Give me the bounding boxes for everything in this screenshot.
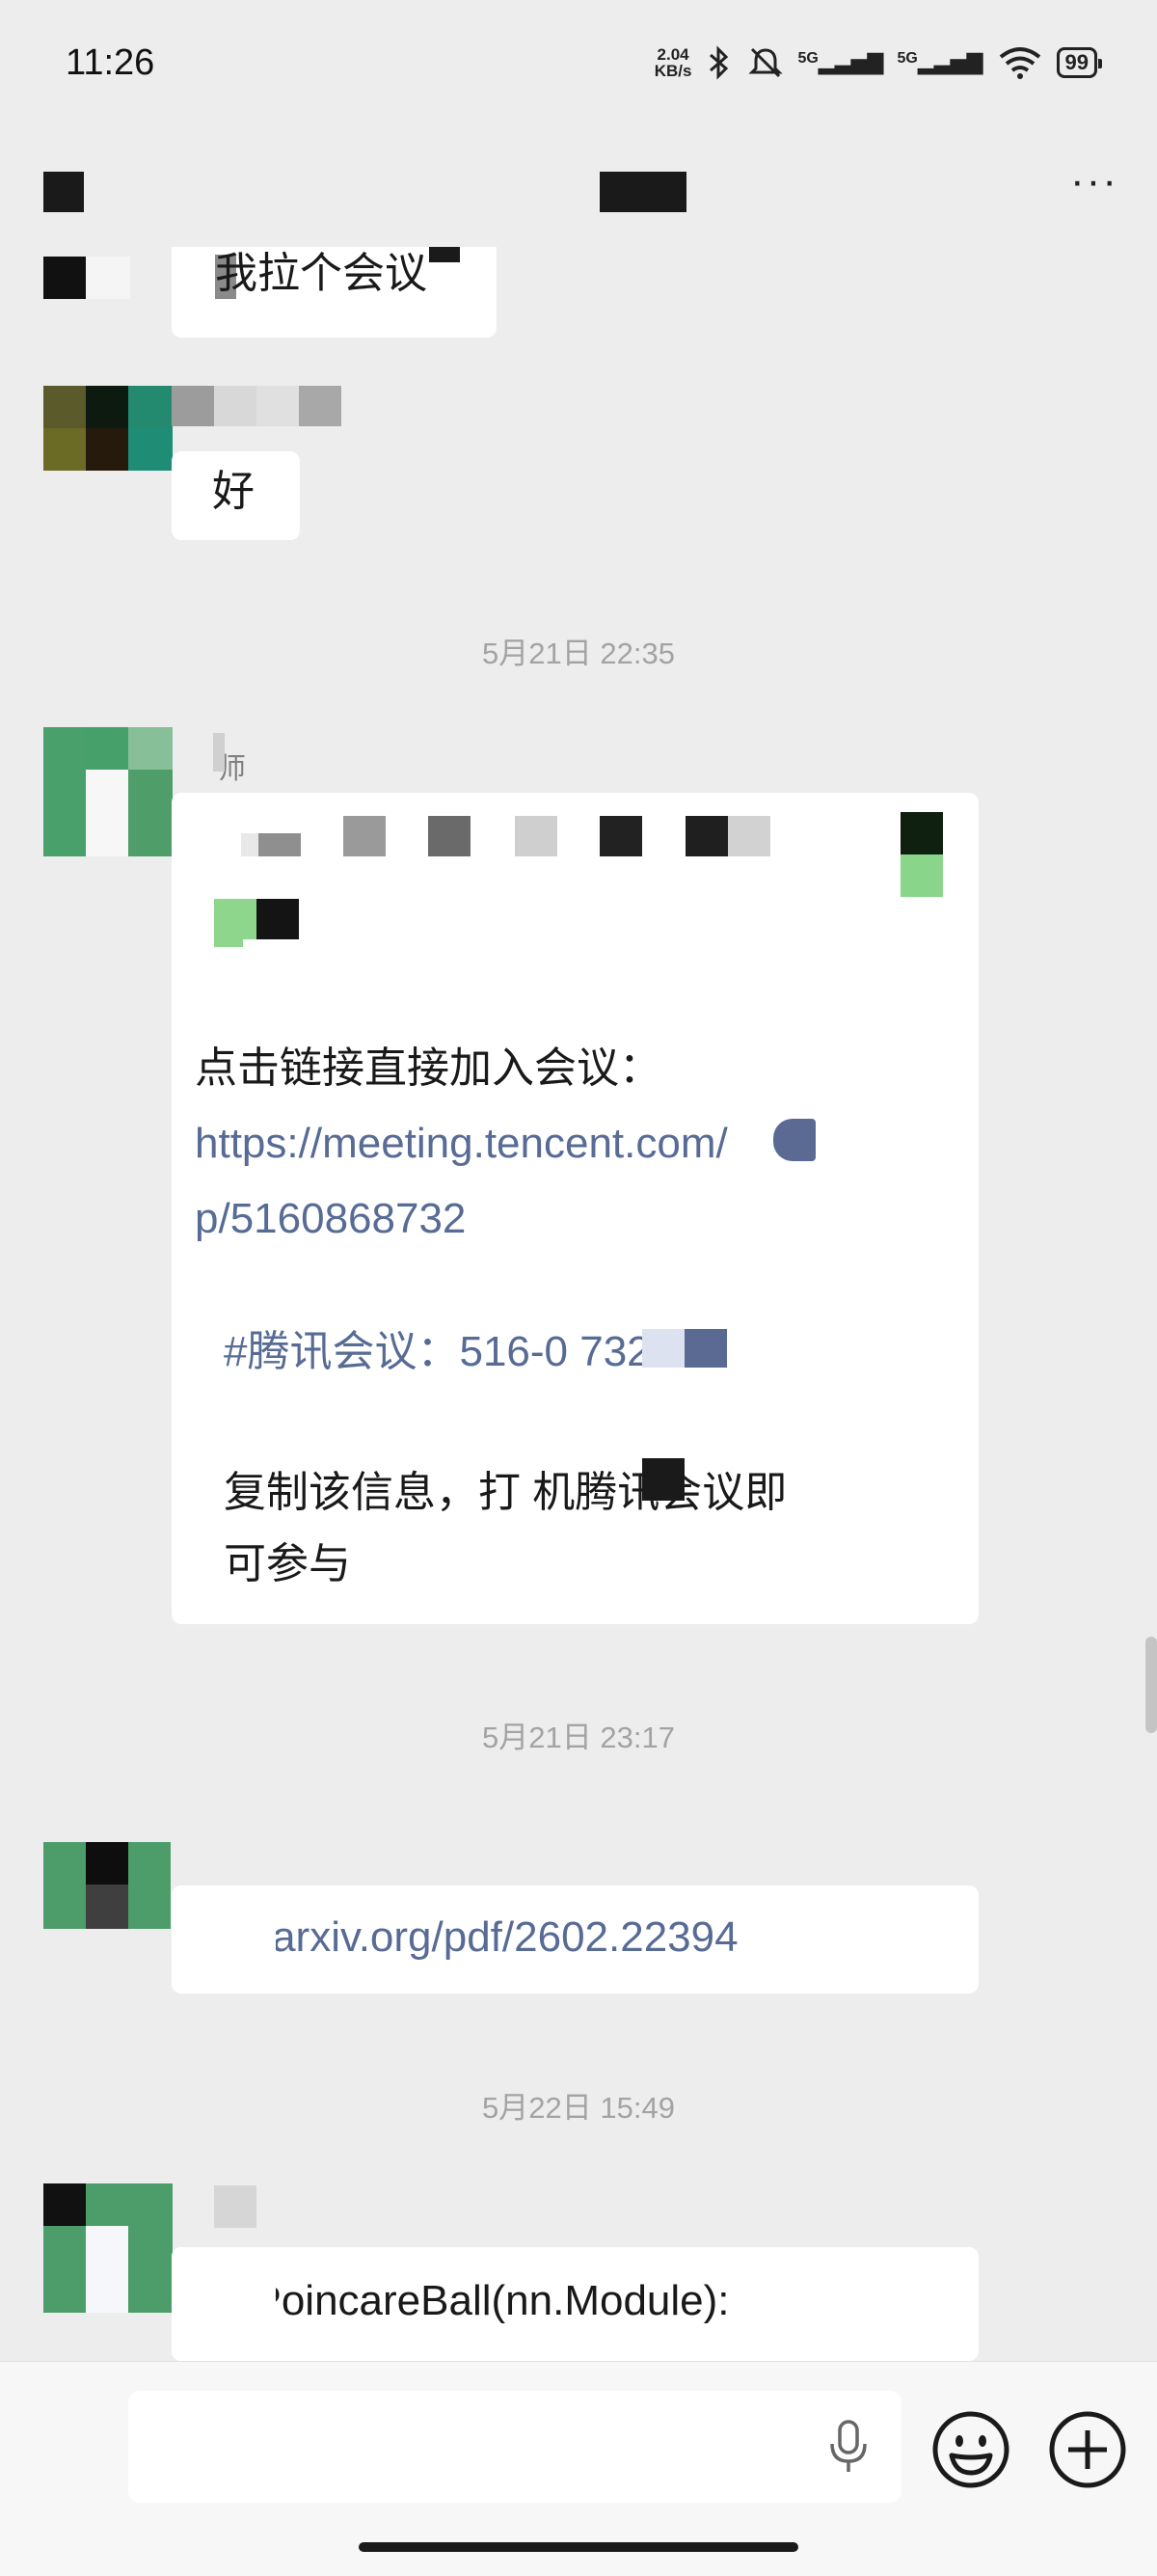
meeting-id[interactable]: #腾讯会议：516-0 732 [224, 1325, 651, 1379]
signal-icon-1: 5G▂▃▅▇ [797, 50, 884, 74]
network-speed: 2.04 KB/s [655, 46, 692, 79]
message-text: 我拉个会议 [215, 250, 427, 297]
message-timestamp: 5月21日 22:35 [482, 637, 675, 670]
home-indicator[interactable] [359, 2542, 798, 2552]
chat-message-bubble[interactable]: class PoincareBall(nn.Module): [172, 2247, 979, 2361]
chat-message-bubble[interactable]: https://arxiv.org/pdf/2602.22394 [172, 1885, 979, 1993]
scrollbar[interactable] [1145, 1637, 1157, 1733]
microphone-icon[interactable] [827, 2419, 870, 2475]
status-time: 11:26 [66, 42, 155, 83]
avatar[interactable] [43, 386, 173, 471]
mute-bell-icon [748, 47, 784, 78]
network-speed-value: 2.04 [657, 45, 689, 64]
message-timestamp: 5月21日 23:17 [482, 1721, 675, 1754]
message-copy-line-1: 复制该信息，打 机腾讯会议即 [224, 1469, 788, 1516]
avatar[interactable] [43, 257, 130, 299]
message-input[interactable] [128, 2391, 901, 2503]
more-options-icon[interactable]: ··· [1070, 160, 1118, 203]
avatar[interactable] [43, 1842, 173, 1929]
chat-title[interactable] [600, 172, 686, 212]
signal-icon-2: 5G▂▃▅▇ [897, 50, 983, 74]
back-button[interactable] [43, 172, 84, 212]
message-copy-line-2: 可参与 [224, 1540, 351, 1587]
smile-icon[interactable] [930, 2409, 1011, 2490]
avatar[interactable] [43, 2183, 173, 2313]
message-text: 好 [212, 468, 255, 515]
chat-message-bubble[interactable]: 我拉个会议 [172, 247, 497, 338]
bluetooth-icon [710, 45, 729, 80]
plus-icon[interactable] [1047, 2409, 1128, 2490]
wifi-icon [999, 47, 1040, 79]
chat-message-bubble[interactable]: 点击链接直接加入会议： https://meeting.tencent.com/… [172, 793, 979, 1624]
status-icons: 2.04 KB/s 5G▂▃▅▇ 5G▂▃▅▇ 99 [655, 44, 1103, 81]
network-speed-unit: KB/s [654, 62, 692, 80]
meeting-link-line-2[interactable]: p/5160868732 [195, 1192, 466, 1246]
message-timestamp: 5月22日 15:49 [482, 2091, 675, 2125]
message-line-click: 点击链接直接加入会议： [195, 1044, 661, 1092]
sender-name [172, 386, 341, 426]
avatar[interactable] [43, 727, 173, 856]
sender-name [214, 2185, 256, 2228]
meeting-link-line-1[interactable]: https://meeting.tencent.com/ [195, 1117, 728, 1171]
chat-message-bubble[interactable]: 好 [172, 451, 300, 540]
battery-icon: 99 [1056, 47, 1103, 78]
